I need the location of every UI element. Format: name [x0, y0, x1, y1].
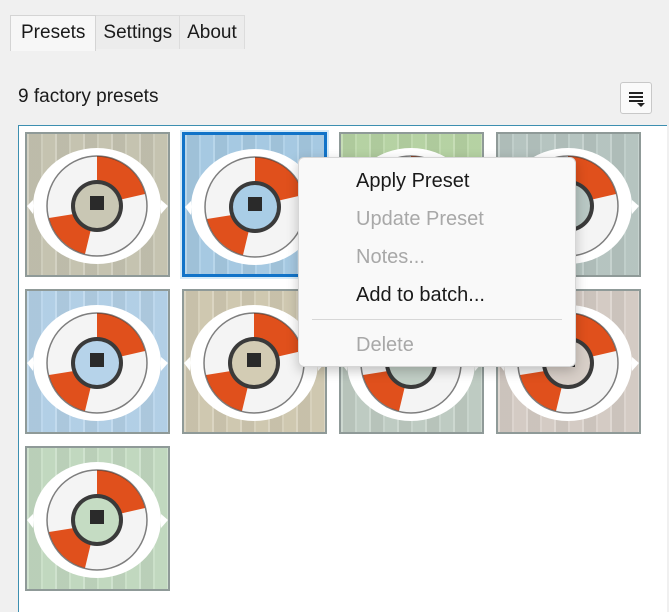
update-preset-menu-item[interactable]: Update Preset [356, 208, 484, 231]
context-menu: Apply Preset Update Preset Notes... Add … [298, 157, 576, 367]
apply-preset-menu-item[interactable]: Apply Preset [356, 170, 469, 193]
list-menu-button[interactable] [620, 82, 652, 114]
notes-menu-item[interactable]: Notes... [356, 246, 425, 269]
tab-presets[interactable]: Presets [10, 15, 97, 51]
menu-separator [312, 319, 562, 320]
life-ring-image [27, 305, 168, 421]
preset-thumbnail[interactable] [25, 132, 170, 277]
tab-bar: Presets Settings About [10, 15, 245, 51]
tab-settings[interactable]: Settings [95, 15, 181, 49]
add-to-batch-menu-item[interactable]: Add to batch... [356, 284, 485, 307]
list-menu-icon [629, 92, 645, 107]
preset-thumbnail[interactable] [25, 289, 170, 434]
delete-menu-item[interactable]: Delete [356, 334, 414, 357]
preset-thumbnail[interactable] [25, 446, 170, 591]
preset-count-label: 9 factory presets [18, 86, 159, 107]
life-ring-image [27, 148, 168, 264]
tab-about[interactable]: About [179, 15, 245, 49]
life-ring-image [27, 462, 168, 578]
